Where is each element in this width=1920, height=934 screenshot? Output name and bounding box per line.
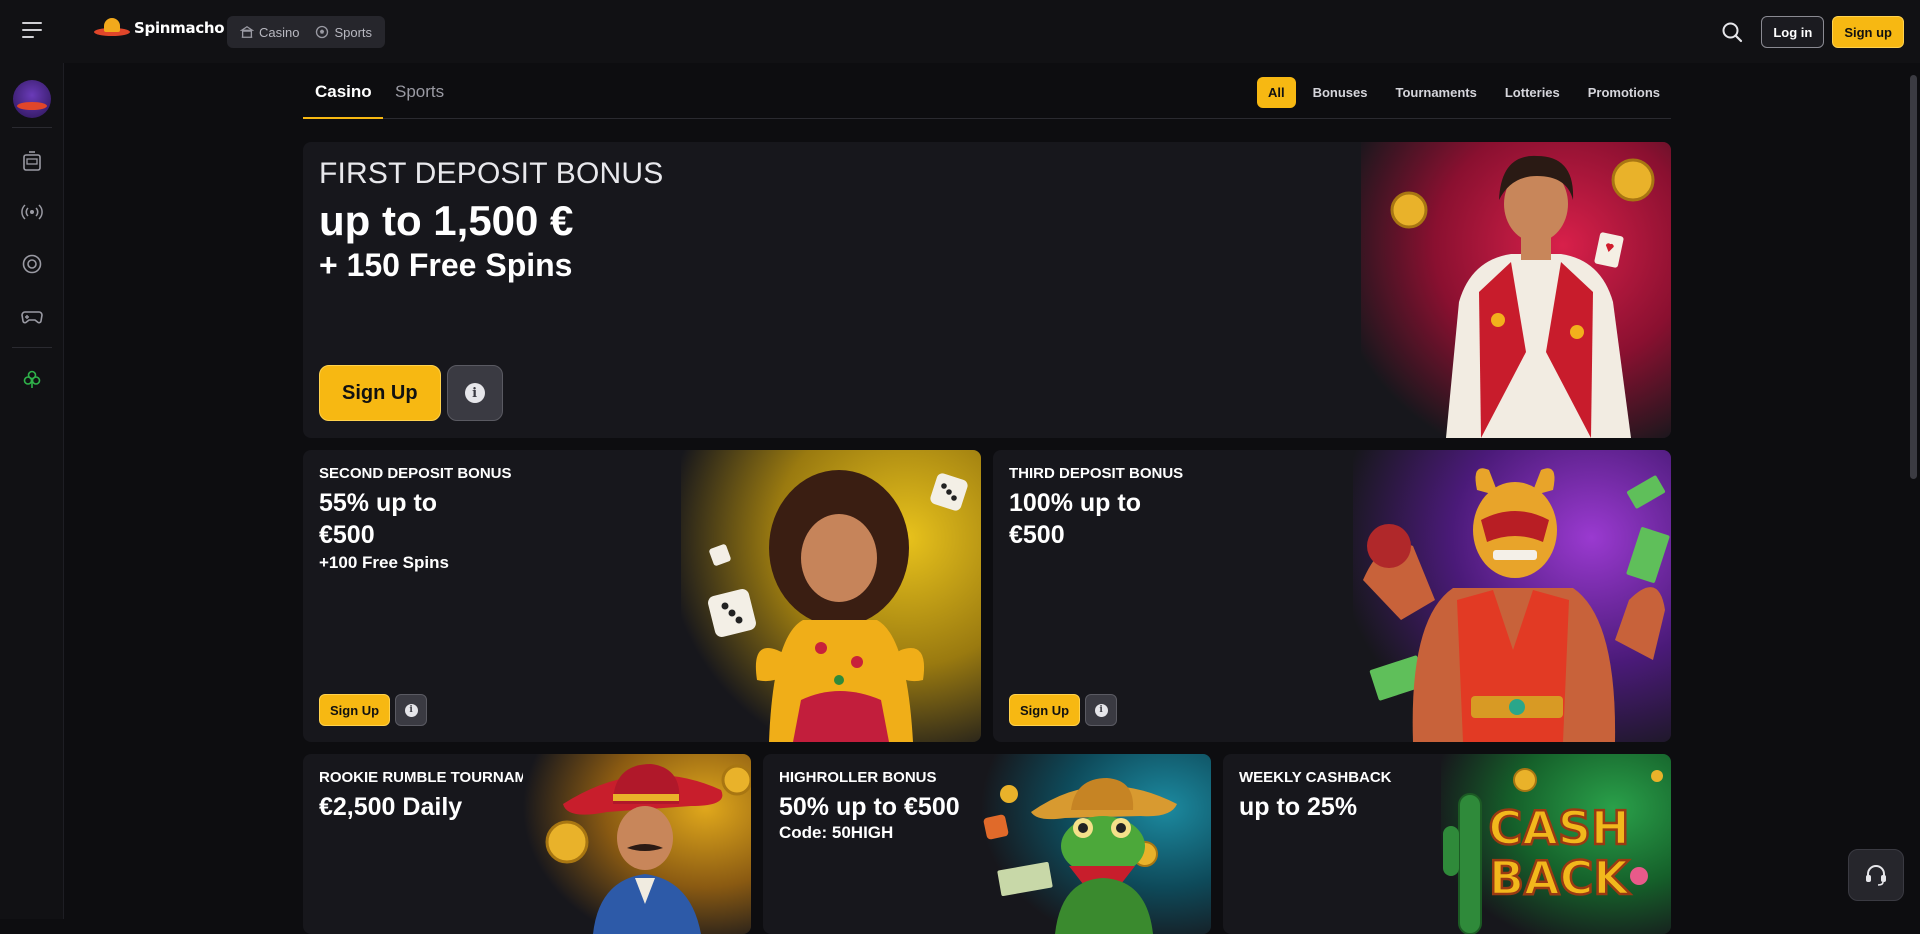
top-actions: Log in Sign up: [1717, 16, 1904, 48]
promo-signup-button[interactable]: Sign Up: [1009, 694, 1080, 726]
promo-info-button[interactable]: i: [395, 694, 427, 726]
cashback-art-word-1: CASH: [1489, 801, 1630, 855]
support-chat-button[interactable]: [1848, 849, 1904, 901]
search-icon[interactable]: [1717, 17, 1747, 47]
filter-lotteries[interactable]: Lotteries: [1494, 77, 1571, 108]
gamepad-icon[interactable]: [20, 304, 44, 328]
filter-tournaments[interactable]: Tournaments: [1384, 77, 1487, 108]
live-broadcast-icon[interactable]: [20, 200, 44, 224]
promo-code: Code: 50HIGH: [779, 823, 960, 843]
casino-building-icon: [240, 25, 254, 39]
promo-headline: 50% up to €500: [779, 791, 960, 823]
active-tab-indicator: [303, 117, 383, 119]
hero-info-button[interactable]: i: [447, 365, 503, 421]
third-deposit-card[interactable]: THIRD DEPOSIT BONUS 100% up to €500 Sign…: [993, 450, 1671, 742]
promo-eyebrow: THIRD DEPOSIT BONUS: [1009, 465, 1183, 482]
luchador-illustration: [1353, 450, 1671, 742]
filter-promotions[interactable]: Promotions: [1577, 77, 1671, 108]
sidebar-divider: [12, 127, 52, 128]
promo-eyebrow: SECOND DEPOSIT BONUS: [319, 465, 512, 482]
sombrero-logo-icon: [94, 16, 130, 40]
promo-headline-a: 55% up to: [319, 487, 512, 519]
headset-icon: [1863, 862, 1889, 888]
scrollbar-thumb[interactable]: [1910, 75, 1917, 479]
weekly-cashback-card[interactable]: WEEKLY CASHBACK up to 25% CASH BACK: [1223, 754, 1671, 934]
senorita-dice-illustration: [681, 450, 981, 742]
avatar-mascot-icon[interactable]: [13, 80, 51, 118]
promo-eyebrow: WEEKLY CASHBACK: [1239, 769, 1392, 786]
login-button[interactable]: Log in: [1761, 16, 1824, 48]
hero-headline: up to 1,500 €: [319, 197, 663, 245]
hero-signup-button[interactable]: Sign Up: [319, 365, 441, 421]
mode-sports-label: Sports: [334, 25, 372, 40]
soccer-ball-icon: [315, 25, 329, 39]
tab-sports[interactable]: Sports: [395, 82, 444, 102]
info-icon: i: [465, 383, 485, 403]
cashback-cactus-illustration: CASH BACK: [1441, 754, 1671, 934]
promo-headline-b: €500: [1009, 519, 1183, 551]
poker-chip-icon[interactable]: [20, 252, 44, 276]
mode-casino-label: Casino: [259, 25, 299, 40]
mode-sports[interactable]: Sports: [310, 25, 377, 40]
info-icon: i: [405, 704, 418, 717]
slot-machine-icon[interactable]: [20, 149, 44, 173]
highroller-bonus-card[interactable]: HIGHROLLER BONUS 50% up to €500 Code: 50…: [763, 754, 1211, 934]
promo-eyebrow: ROOKIE RUMBLE TOURNAMENT: [319, 769, 557, 786]
promo-headline: up to 25%: [1239, 791, 1392, 823]
hero-macho-illustration: [1361, 142, 1671, 438]
rookie-tournament-card[interactable]: ROOKIE RUMBLE TOURNAMENT €2,500 Daily: [303, 754, 751, 934]
hamburger-menu-icon[interactable]: [22, 22, 42, 38]
signup-button[interactable]: Sign up: [1832, 16, 1904, 48]
promo-eyebrow: HIGHROLLER BONUS: [779, 769, 960, 786]
hero-eyebrow: FIRST DEPOSIT BONUS: [319, 157, 663, 191]
hero-subheadline: + 150 Free Spins: [319, 247, 663, 284]
promo-headline-a: 100% up to: [1009, 487, 1183, 519]
promo-headline-b: €500: [319, 519, 512, 551]
mode-casino[interactable]: Casino: [235, 25, 304, 40]
sidebar-divider: [12, 347, 52, 348]
top-bar: Spinmacho Casino Sports Log in Sign up: [0, 0, 1920, 63]
hero-promo-card[interactable]: FIRST DEPOSIT BONUS up to 1,500 € + 150 …: [303, 142, 1671, 438]
filter-bonuses[interactable]: Bonuses: [1302, 77, 1379, 108]
brand-name: Spinmacho: [134, 19, 224, 37]
mariachi-illustration: [523, 754, 751, 934]
casino-subnav: Casino Sports All Bonuses Tournaments Lo…: [303, 66, 1671, 119]
sidebar: [0, 63, 64, 919]
promo-info-button[interactable]: i: [1085, 694, 1117, 726]
frog-highroller-illustration: [981, 754, 1211, 934]
promo-filters: All Bonuses Tournaments Lotteries Promot…: [1257, 77, 1671, 108]
brand-logo[interactable]: Spinmacho: [94, 16, 224, 40]
clover-icon[interactable]: [20, 367, 44, 391]
tab-casino[interactable]: Casino: [315, 82, 372, 102]
promo-subheadline: +100 Free Spins: [319, 553, 512, 573]
filter-all[interactable]: All: [1257, 77, 1296, 108]
info-icon: i: [1095, 704, 1108, 717]
promo-signup-button[interactable]: Sign Up: [319, 694, 390, 726]
second-deposit-card[interactable]: SECOND DEPOSIT BONUS 55% up to €500 +100…: [303, 450, 981, 742]
page-scrollbar[interactable]: [1906, 63, 1920, 919]
promo-headline: €2,500 Daily: [319, 791, 557, 823]
cashback-art-word-2: BACK: [1489, 851, 1631, 905]
mode-switcher: Casino Sports: [227, 16, 385, 48]
